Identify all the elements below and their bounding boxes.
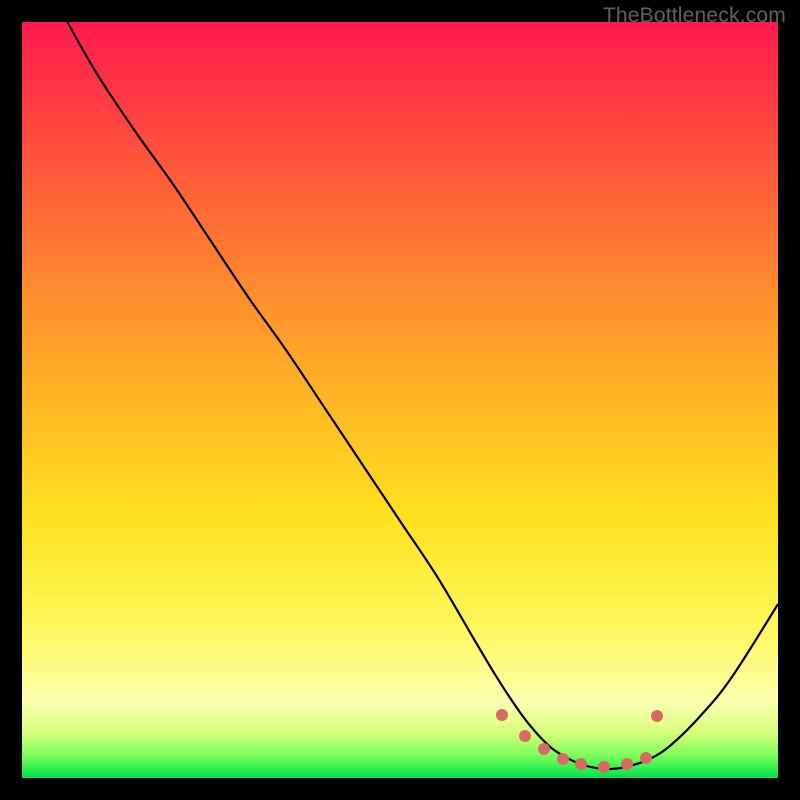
marker-dot <box>557 753 569 765</box>
marker-dot <box>598 761 610 773</box>
marker-dot <box>651 710 663 722</box>
marker-dot <box>575 758 587 770</box>
watermark-text: TheBottleneck.com <box>603 4 786 28</box>
marker-dot <box>538 743 550 755</box>
marker-dot <box>621 758 633 770</box>
marker-dot <box>519 730 531 742</box>
marker-dots-layer <box>22 22 778 778</box>
marker-dot <box>640 752 652 764</box>
chart-frame: TheBottleneck.com <box>0 0 800 800</box>
plot-area <box>22 22 778 778</box>
marker-dot <box>496 709 508 721</box>
